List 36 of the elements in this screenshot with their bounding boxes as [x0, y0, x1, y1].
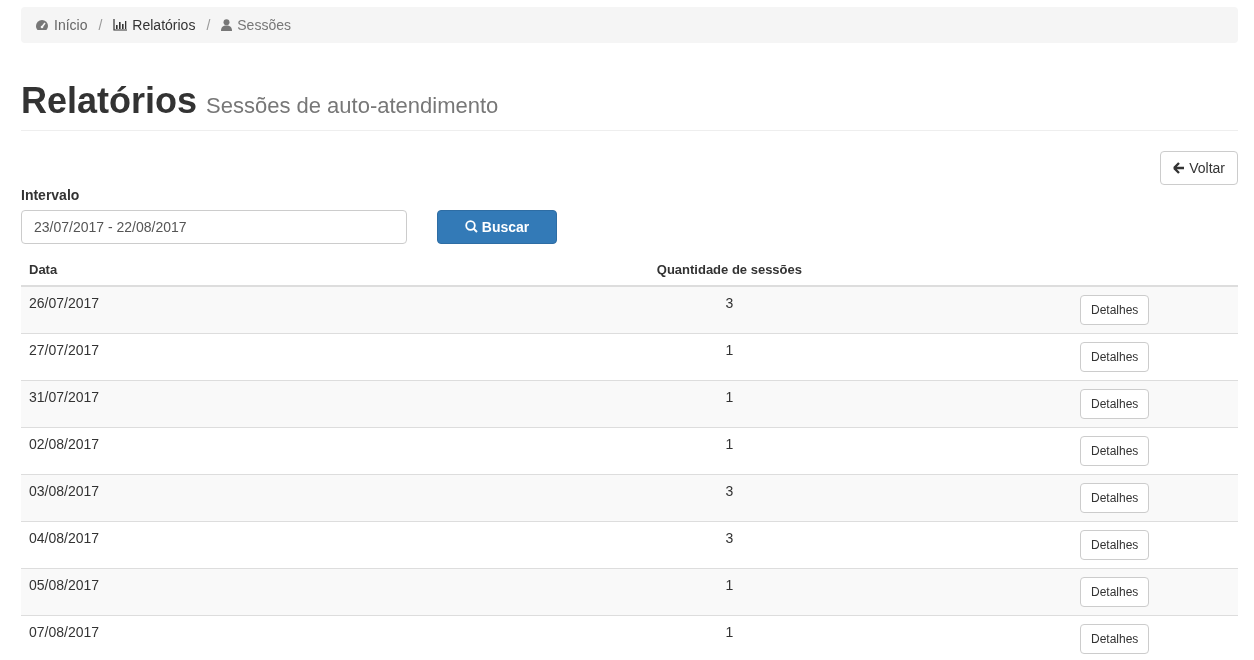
- back-button[interactable]: Voltar: [1160, 150, 1238, 185]
- column-header: Data: [21, 251, 387, 286]
- breadcrumb-link[interactable]: Sessões: [221, 17, 291, 33]
- table-cell: 07/08/2017: [21, 615, 387, 660]
- dashboard-icon: [35, 19, 49, 31]
- column-header: Quantidade de sessões: [386, 251, 1072, 286]
- details-button[interactable]: Detalhes: [1080, 341, 1150, 372]
- user-icon: [221, 19, 233, 31]
- search-button[interactable]: Buscar: [437, 209, 557, 244]
- table-cell: 26/07/2017: [21, 285, 387, 334]
- details-button[interactable]: Detalhes: [1080, 529, 1150, 560]
- table-cell: 1: [386, 615, 1072, 660]
- arrow-left-icon: [1173, 161, 1186, 174]
- table-cell: 1: [386, 380, 1072, 428]
- bar-chart-icon: [113, 19, 128, 31]
- details-button[interactable]: Detalhes: [1080, 576, 1150, 607]
- details-button[interactable]: Detalhes: [1080, 294, 1150, 325]
- details-button[interactable]: Detalhes: [1080, 435, 1150, 466]
- date-range-field[interactable]: 23/07/2017 - 22/08/2017: [21, 209, 407, 244]
- table-cell: 1: [386, 568, 1072, 616]
- details-button[interactable]: Detalhes: [1080, 623, 1150, 654]
- table-cell: 03/08/2017: [21, 474, 387, 522]
- breadcrumb-separator: /: [205, 17, 212, 33]
- table-cell: 3: [386, 285, 1072, 334]
- table-cell: 05/08/2017: [21, 568, 387, 616]
- page-subtitle: Sessões de auto-atendimento: [206, 93, 499, 119]
- page-title: Relatórios: [21, 81, 198, 121]
- search-icon: [464, 220, 478, 234]
- table-cell: 3: [386, 474, 1072, 522]
- table-cell: 31/07/2017: [21, 380, 387, 428]
- details-button[interactable]: Detalhes: [1080, 482, 1150, 513]
- details-button[interactable]: Detalhes: [1080, 388, 1150, 419]
- breadcrumb-separator: /: [97, 17, 104, 33]
- field-label: Intervalo: [21, 186, 81, 203]
- breadcrumb-link[interactable]: Relatórios: [113, 17, 196, 33]
- breadcrumb-link[interactable]: Início: [35, 17, 88, 33]
